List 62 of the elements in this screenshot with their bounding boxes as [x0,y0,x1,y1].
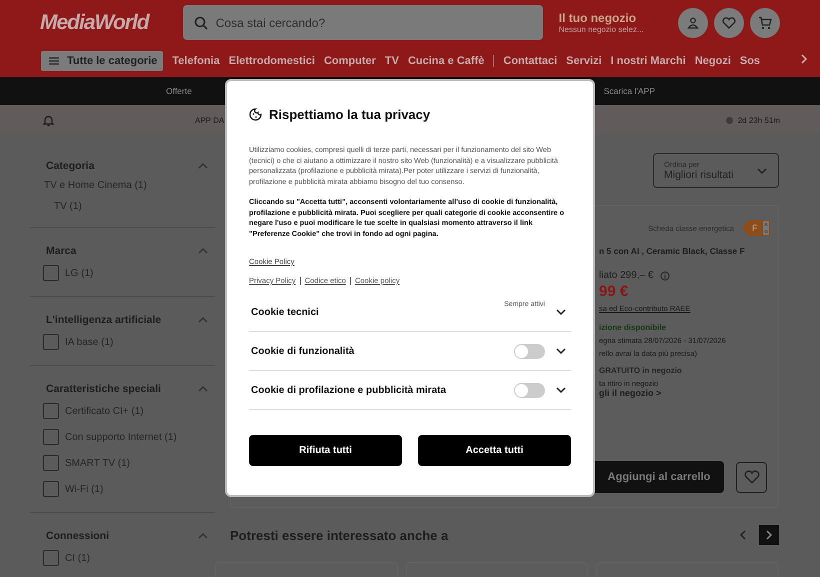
nav-link[interactable]: Computer [324,55,376,67]
toggle-switch[interactable] [514,344,545,358]
wishlist-button[interactable] [736,462,767,492]
consent-button[interactable]: Rifiuta tutti [249,435,402,466]
checkbox[interactable] [43,265,59,281]
dialog-title: Rispettiamo la tua privacy [269,106,430,122]
countdown: 2d 23h 51m [738,116,780,124]
choose-store-link[interactable]: gli il negozio > [599,388,770,398]
promo-link[interactable]: Scarica l'APP [604,86,655,96]
availability-text: izione disponibile [599,323,668,332]
cart-icon [758,16,772,30]
filter-heading: Connessioni [46,530,110,542]
nav-link[interactable]: Cucina e Caffè [408,55,484,67]
cookie-category-title: Cookie di profilazione e pubblicità mirata [251,384,448,396]
product-title[interactable]: n 5 con AI , Ceramic Black, Classe F [599,246,770,256]
nav-link[interactable]: Sos [740,55,760,67]
section-title: Potresti essere interessato anche a [230,528,448,542]
search-field[interactable]: Cosa stai cercando? [182,5,543,40]
account-button[interactable] [678,8,708,38]
bell-icon [42,114,55,126]
toggle-switch[interactable] [514,382,545,398]
nav-link[interactable]: TV [384,55,399,67]
cart-button[interactable] [750,8,780,38]
heart-icon [722,16,736,28]
product-price: 99 € [599,283,630,300]
info-icon[interactable] [660,270,670,280]
nav-link[interactable]: I nostri Marchi [610,55,686,67]
cookie-icon [249,108,262,120]
cookie-category-title: Cookie tecnici [251,306,320,318]
checkbox[interactable] [43,403,59,419]
next-button[interactable] [759,525,779,545]
store-subtitle: Nessun negozio selez... [558,25,645,34]
filter-heading: Caratteristiche speciali [46,383,161,395]
filter-heading: Categoria [46,160,94,172]
filter-heading: Marca [46,245,76,257]
nav-link[interactable]: Negozi [694,55,731,67]
previous-price: liato 299,– € [599,270,654,281]
search-icon [194,16,208,30]
checkbox[interactable] [43,550,59,566]
sort-value: Migliori risultati [664,169,734,181]
filter-heading: L'intelligenza artificiale [46,314,162,326]
logo[interactable]: MediaWorld [40,10,167,34]
status-dot [726,116,733,124]
add-to-cart-button[interactable]: Aggiungi al carrello [594,461,724,493]
all-categories-button[interactable]: Tutte le categorie [41,51,164,71]
consent-button[interactable]: Accetta tutti [418,435,571,466]
cookie-category-title: Cookie di funzionalità [251,346,356,356]
checkbox[interactable] [43,455,59,471]
checkbox[interactable] [43,481,59,497]
store-title[interactable]: Il tuo negozio [558,11,662,25]
checkbox[interactable] [43,429,59,445]
nav-link[interactable]: Servizi [566,55,602,67]
heart-icon [744,470,760,484]
checkbox[interactable] [43,334,59,350]
nav-link[interactable]: Elettrodomestici [228,55,315,67]
menu-icon [49,57,59,65]
wishlist-button[interactable] [714,8,744,38]
promo-link[interactable]: Offerte [166,86,192,96]
user-icon [687,16,699,28]
nav-link[interactable]: Contattaci [503,55,558,67]
nav-link[interactable]: Telefonia [172,55,220,67]
notice-text: APP DA [195,116,224,124]
